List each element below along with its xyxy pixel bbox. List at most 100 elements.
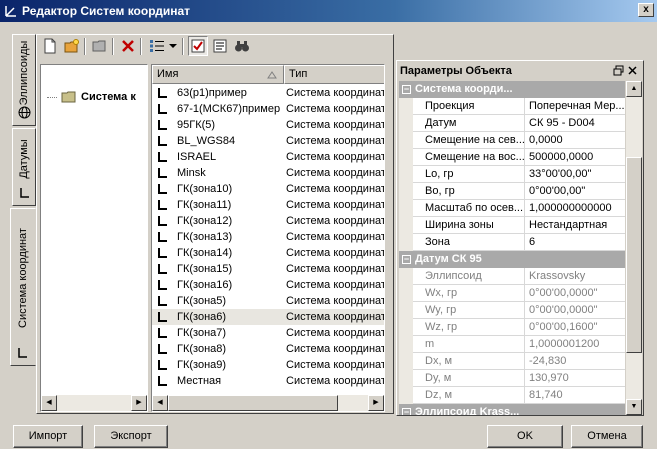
scroll-thumb[interactable]	[168, 395, 338, 411]
property-category[interactable]: − Система коорди...	[399, 81, 625, 98]
property-name: Датум	[425, 115, 525, 131]
list-item[interactable]: ГК(зона6) Система координат	[152, 309, 384, 325]
list-item[interactable]: ГК(зона5) Система координат	[152, 293, 384, 309]
coordinate-system-icon	[158, 104, 167, 114]
list-item[interactable]: ГК(зона16) Система координат	[152, 277, 384, 293]
import-button[interactable]: Импорт	[13, 425, 83, 448]
list-item-name: 67-1(МСК67)пример	[177, 103, 281, 115]
list-item-type: Система координат	[286, 231, 384, 243]
collapse-icon[interactable]: −	[402, 85, 411, 94]
open-folder-button[interactable]	[90, 36, 110, 56]
list-item[interactable]: ГК(зона15) Система координат	[152, 261, 384, 277]
scroll-left-button[interactable]: ◀	[41, 395, 57, 411]
toolbar-separator	[182, 38, 184, 55]
folder-tree[interactable]: Система к ◀ ▶	[40, 64, 148, 412]
check-button[interactable]	[188, 36, 208, 56]
ok-button[interactable]: OK	[487, 425, 563, 448]
list-item[interactable]: ГК(зона11) Система координат	[152, 197, 384, 213]
scroll-down-button[interactable]: ▼	[626, 399, 642, 415]
coordinate-system-icon	[158, 184, 167, 194]
property-name: Bo, гр	[425, 183, 525, 199]
property-row[interactable]: Проекция Поперечная Мер...	[399, 98, 625, 115]
new-folder-button[interactable]	[62, 36, 82, 56]
list-horizontal-scrollbar[interactable]: ◀ ▶	[152, 395, 384, 411]
property-value: -24,830	[529, 355, 567, 367]
list-item[interactable]: 95ГК(5) Система координат	[152, 117, 384, 133]
property-value[interactable]: Поперечная Мер...	[529, 98, 625, 114]
column-header-type[interactable]: Тип	[284, 65, 384, 84]
list-item[interactable]: ГК(зона10) Система координат	[152, 181, 384, 197]
tree-horizontal-scrollbar[interactable]: ◀ ▶	[41, 395, 147, 411]
tab-ellipsoids[interactable]: Эллипсоиды	[12, 34, 36, 126]
sort-ascending-icon	[267, 71, 277, 79]
property-name: Wx, гр	[425, 285, 525, 301]
property-value[interactable]: 500000,0000	[529, 149, 625, 165]
column-header-name-label: Имя	[157, 68, 179, 80]
properties-vertical-scrollbar[interactable]: ▲ ▼	[626, 81, 642, 415]
property-name: Wy, гр	[425, 302, 525, 318]
delete-button[interactable]	[118, 36, 138, 56]
property-value[interactable]: 0,0000	[529, 132, 625, 148]
list-item[interactable]: Местная Система координат	[152, 373, 384, 389]
property-value[interactable]: 1,000000000000	[529, 200, 625, 216]
property-row[interactable]: Смещение на сев... 0,0000	[399, 132, 625, 149]
property-row[interactable]: Смещение на вос... 500000,0000	[399, 149, 625, 166]
tab-datums[interactable]: Датумы	[12, 128, 36, 206]
new-document-button[interactable]	[40, 36, 60, 56]
coordinate-system-icon	[158, 168, 167, 178]
list-item[interactable]: ГК(зона7) Система координат	[152, 325, 384, 341]
tab-coordinate-systems[interactable]: Система координат	[10, 208, 36, 366]
close-icon[interactable]	[627, 65, 638, 76]
scroll-right-button[interactable]: ▶	[368, 395, 384, 411]
property-row[interactable]: Масштаб по осев... 1,000000000000	[399, 200, 625, 217]
property-value[interactable]: СК 95 - D004	[529, 115, 625, 131]
list-item-name: ГК(зона8)	[177, 343, 227, 355]
property-row[interactable]: Датум СК 95 - D004	[399, 115, 625, 132]
export-button[interactable]: Экспорт	[94, 425, 168, 448]
undock-icon[interactable]	[613, 65, 624, 76]
view-mode-dropdown[interactable]	[146, 36, 180, 56]
collapse-icon[interactable]: −	[402, 255, 411, 264]
column-header-name[interactable]: Имя	[152, 65, 284, 84]
list-item[interactable]: 63(р1)пример Система координат	[152, 85, 384, 101]
property-value[interactable]: 6	[529, 234, 625, 250]
property-grid[interactable]: − Система коорди... Проекция Поперечная Мер…	[399, 81, 625, 415]
property-row[interactable]: Зона 6	[399, 234, 625, 251]
list-item-name: Minsk	[177, 167, 206, 179]
list-item-name: ГК(зона9)	[177, 359, 227, 371]
list-item[interactable]: ГК(зона13) Система координат	[152, 229, 384, 245]
list-item[interactable]: Minsk Система координат	[152, 165, 384, 181]
collapse-icon[interactable]: −	[402, 408, 411, 415]
list-item[interactable]: ISRAEL Система координат	[152, 149, 384, 165]
scroll-up-button[interactable]: ▲	[626, 81, 642, 97]
list-item[interactable]: ГК(зона8) Система координат	[152, 341, 384, 357]
close-button[interactable]: x	[638, 3, 654, 17]
property-value[interactable]: 33°00'00,00"	[529, 166, 625, 182]
property-name: Wz, гр	[425, 319, 525, 335]
list-item-name: 63(р1)пример	[177, 87, 247, 99]
property-row[interactable]: Bo, гр 0°00'00,00"	[399, 183, 625, 200]
property-category[interactable]: − Эллипсоид Krass...	[399, 404, 625, 415]
list-item-type: Система координат	[286, 135, 384, 147]
list-item[interactable]: ГК(зона14) Система координат	[152, 245, 384, 261]
find-button[interactable]	[232, 36, 252, 56]
scroll-right-button[interactable]: ▶	[131, 395, 147, 411]
properties-panel: Параметры Объекта − Система коорди... Прое…	[396, 60, 644, 416]
scroll-left-button[interactable]: ◀	[152, 395, 168, 411]
property-category[interactable]: − Датум СК 95	[399, 251, 625, 268]
cancel-button[interactable]: Отмена	[571, 425, 643, 448]
scroll-thumb[interactable]	[626, 157, 642, 353]
property-value[interactable]: 0°00'00,00"	[529, 183, 625, 199]
list-item[interactable]: 67-1(МСК67)пример Система координат	[152, 101, 384, 117]
list-item[interactable]: ГК(зона12) Система координат	[152, 213, 384, 229]
property-value[interactable]: Нестандартная	[529, 217, 625, 233]
tree-item-root[interactable]: Система к	[47, 89, 136, 105]
property-row[interactable]: Ширина зоны Нестандартная	[399, 217, 625, 234]
coordinate-system-icon	[158, 312, 167, 322]
property-row[interactable]: Lo, гр 33°00'00,00"	[399, 166, 625, 183]
list-item[interactable]: BL_WGS84 Система координат	[152, 133, 384, 149]
property-name: Dz, м	[425, 387, 525, 403]
coordinate-systems-list[interactable]: Имя Тип 63(р1)пример Система координат 67-…	[151, 64, 385, 412]
list-item[interactable]: ГК(зона9) Система координат	[152, 357, 384, 373]
properties-button[interactable]	[210, 36, 230, 56]
